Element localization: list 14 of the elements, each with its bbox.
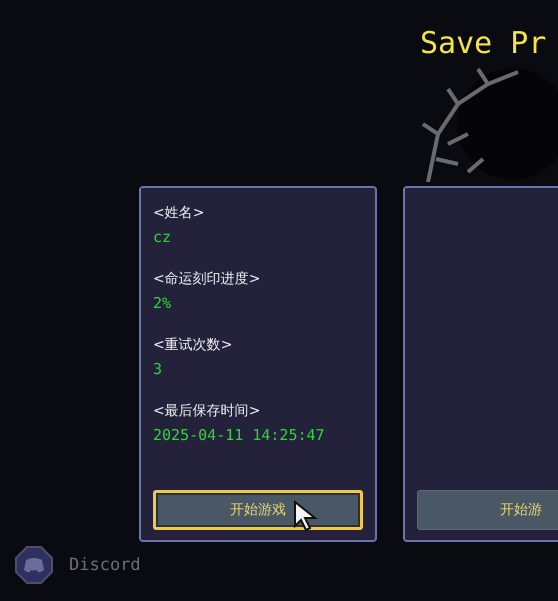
field-label: <姓名> — [153, 204, 206, 222]
start-game-button[interactable]: 开始游 — [417, 490, 558, 530]
field-label: <最后保存时间> — [153, 402, 262, 420]
discord-link[interactable]: Discord — [69, 555, 141, 575]
screen-title: Save Pr — [420, 26, 546, 61]
field-label: <命运刻印进度> — [153, 270, 262, 288]
field-value: cz — [153, 228, 172, 246]
discord-icon — [15, 546, 53, 584]
field-value: 3 — [153, 360, 164, 378]
start-game-button[interactable]: 开始游戏 — [153, 490, 363, 530]
field-label: <重试次数> — [153, 336, 234, 354]
field-value: 2025-04-11 14:25:47 — [153, 426, 326, 444]
mouse-cursor-icon — [293, 500, 319, 532]
field-value: 2% — [153, 294, 172, 312]
